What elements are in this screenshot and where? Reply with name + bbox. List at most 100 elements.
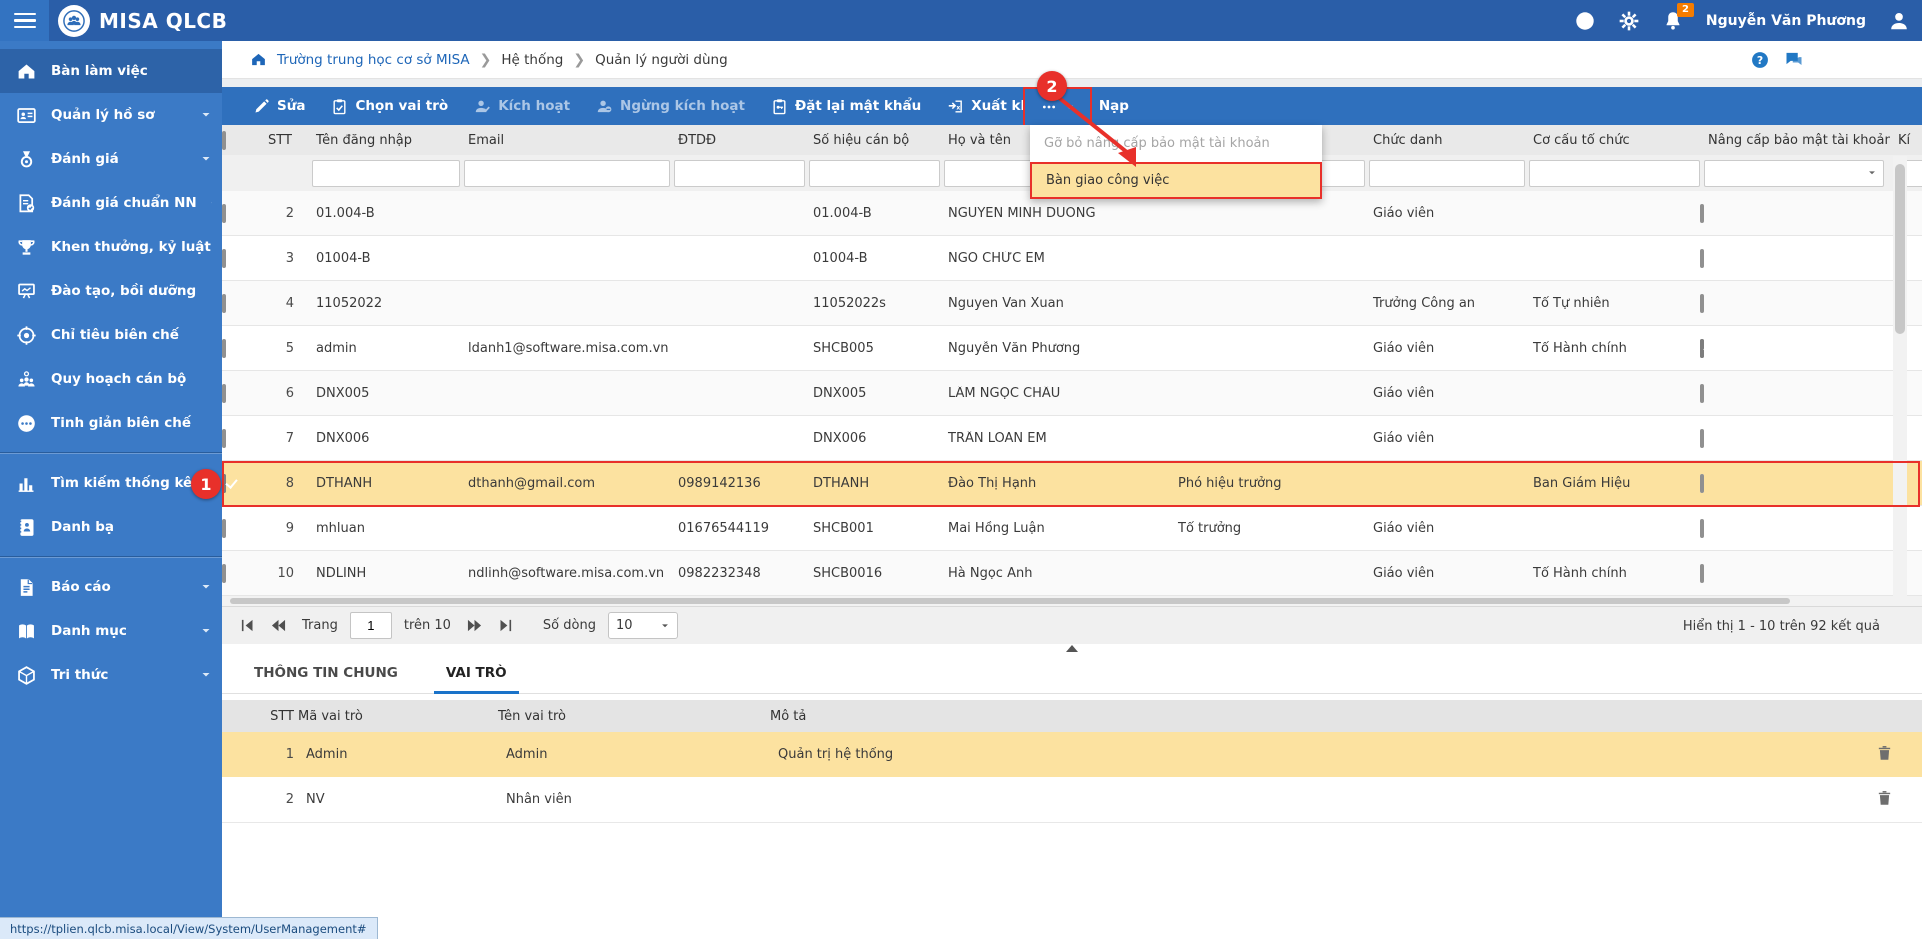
sidebar-item-cube[interactable]: Tri thức xyxy=(0,653,222,697)
cell-org: Ban Giám Hiệu xyxy=(1533,475,1631,491)
select-all-checkbox[interactable] xyxy=(222,130,226,150)
column-header[interactable]: Cơ cấu tổ chức xyxy=(1525,133,1700,148)
table-row[interactable]: 5 admin ldanh1@software.misa.com.vn SHCB005… xyxy=(222,326,1922,371)
chevron-down-icon xyxy=(210,197,212,209)
sidebar-item-idcard[interactable]: Quản lý hồ sơ xyxy=(0,93,222,137)
next-page-icon[interactable] xyxy=(467,618,482,633)
home-icon[interactable] xyxy=(250,51,267,68)
table-row[interactable]: 6 DNX005 DNX005 LÂM NGỌC CHÂU Giáo viên xyxy=(222,371,1922,416)
security-upgrade-checkbox[interactable] xyxy=(1700,473,1704,493)
table-row[interactable]: 8 DTHANH dthanh@gmail.com 0989142136 DTHANH Đ… xyxy=(222,461,1922,506)
sidebar-item-trophy[interactable]: Khen thưởng, kỷ luật xyxy=(0,225,222,269)
security-upgrade-checkbox[interactable] xyxy=(1700,428,1704,448)
security-upgrade-checkbox[interactable] xyxy=(1700,338,1704,358)
security-upgrade-checkbox[interactable] xyxy=(1700,518,1704,538)
column-header[interactable]: Số hiệu cán bộ xyxy=(805,133,940,148)
sidebar-item-medal[interactable]: Đánh giá xyxy=(0,137,222,181)
security-upgrade-checkbox[interactable] xyxy=(1700,293,1704,313)
column-header[interactable]: Chức danh xyxy=(1365,133,1525,148)
row-checkbox[interactable] xyxy=(222,563,226,583)
breadcrumb-system[interactable]: Hệ thống xyxy=(501,52,563,68)
row-checkbox[interactable] xyxy=(222,473,226,493)
page-size-select[interactable]: 10 xyxy=(607,612,678,639)
role-row[interactable]: 1 Admin Admin Quản trị hệ thống xyxy=(222,732,1922,778)
table-row[interactable]: 3 01004-B 01004-B NGÔ CHỨC EM xyxy=(222,236,1922,281)
chat-icon[interactable] xyxy=(1784,50,1804,70)
sidebar-item-contacts[interactable]: Danh bạ xyxy=(0,505,222,549)
security-upgrade-checkbox[interactable] xyxy=(1700,248,1704,268)
filter-input[interactable] xyxy=(809,159,940,187)
sidebar-item-report[interactable]: Báo cáo xyxy=(0,565,222,609)
tab-roles[interactable]: VAI TRÒ xyxy=(426,652,527,694)
cell-username: DTHANH xyxy=(316,475,373,491)
gear-icon[interactable] xyxy=(1618,10,1640,32)
user-name[interactable]: Nguyễn Văn Phương xyxy=(1706,13,1866,29)
cell-username: 01.004-B xyxy=(316,205,375,221)
filter-input[interactable] xyxy=(464,159,670,187)
table-row[interactable]: 10 NDLINH ndlinh@software.misa.com.vn 09822… xyxy=(222,551,1922,596)
idcard-icon xyxy=(16,105,37,126)
sidebar-item-book[interactable]: Danh mục xyxy=(0,609,222,653)
sidebar-item-home[interactable]: Bàn làm việc xyxy=(0,49,222,93)
row-checkbox[interactable] xyxy=(222,293,226,313)
cell-code: 11052022s xyxy=(813,295,886,311)
sidebar-item-target[interactable]: Chỉ tiêu biên chế xyxy=(0,313,222,357)
table-row[interactable]: 9 mhluan 01676544119 SHCB001 Mai Hồng Luận Tổ… xyxy=(222,506,1922,551)
sidebar-item-board[interactable]: Đào tạo, bồi dưỡng xyxy=(0,269,222,313)
tab-general-info[interactable]: THÔNG TIN CHUNG xyxy=(234,652,418,694)
sidebar-item-chart[interactable]: Tìm kiếm thống kê xyxy=(0,461,222,505)
role-row[interactable]: 2 NV Nhân viên xyxy=(222,777,1922,823)
sidebar-item-people[interactable]: Quy hoạch cán bộ xyxy=(0,357,222,401)
last-page-icon[interactable] xyxy=(498,618,513,633)
cell-username: 11052022 xyxy=(316,295,383,311)
trash-icon[interactable] xyxy=(1876,789,1893,807)
table-row[interactable]: 7 DNX006 DNX006 TRẦN LOAN EM Giáo viên xyxy=(222,416,1922,461)
filter-select[interactable] xyxy=(1704,159,1884,187)
toolbar-button-pencil[interactable]: Sửa xyxy=(240,87,318,125)
row-checkbox[interactable] xyxy=(222,518,226,538)
breadcrumb-org[interactable]: Trường trung học cơ sở MISA xyxy=(277,52,470,68)
cell-code: SHCB0016 xyxy=(813,565,883,581)
row-checkbox[interactable] xyxy=(222,203,226,223)
column-header[interactable]: STT xyxy=(260,133,308,148)
sidebar-item-doccheck[interactable]: Đánh giá chuẩn NN xyxy=(0,181,222,225)
bell-icon[interactable]: 2 xyxy=(1662,2,1694,32)
menu-item[interactable]: Bàn giao công việc xyxy=(1030,162,1322,199)
trash-icon[interactable] xyxy=(1876,744,1893,762)
row-checkbox[interactable] xyxy=(222,383,226,403)
table-row[interactable]: 4 11052022 11052022s Nguyen Van Xuan Trưởng … xyxy=(222,281,1922,326)
prev-page-icon[interactable] xyxy=(271,618,286,633)
collapse-panel-icon[interactable] xyxy=(1066,645,1078,652)
row-checkbox[interactable] xyxy=(222,338,226,358)
column-header[interactable]: Email xyxy=(460,133,670,148)
column-header[interactable]: Nâng cấp bảo mật tài khoản xyxy=(1700,133,1890,148)
vertical-scrollbar[interactable] xyxy=(1893,156,1907,596)
first-page-icon[interactable] xyxy=(240,618,255,633)
filter-input[interactable] xyxy=(312,159,460,187)
column-header[interactable]: Tên đăng nhập xyxy=(308,133,460,148)
filter-input[interactable] xyxy=(1369,159,1525,187)
security-upgrade-checkbox[interactable] xyxy=(1700,203,1704,223)
row-checkbox[interactable] xyxy=(222,248,226,268)
cell-stt: 7 xyxy=(285,430,294,446)
cell-stt: 4 xyxy=(285,295,294,311)
hamburger-menu-icon[interactable] xyxy=(0,0,49,41)
toolbar-button-clipkey[interactable]: Đặt lại mật khẩu xyxy=(758,87,934,125)
role-name: Nhân viên xyxy=(506,792,572,807)
column-header[interactable]: Kí xyxy=(1890,133,1922,148)
toolbar-button-clipcheck[interactable]: Chọn vai trò xyxy=(318,87,461,125)
row-checkbox[interactable] xyxy=(222,428,226,448)
help-filled-icon[interactable]: ? xyxy=(1750,50,1770,70)
page-input[interactable] xyxy=(349,612,392,639)
user-avatar-icon[interactable] xyxy=(1888,10,1910,32)
security-upgrade-checkbox[interactable] xyxy=(1700,383,1704,403)
filter-input[interactable] xyxy=(674,159,805,187)
board-icon xyxy=(16,281,37,302)
help-icon[interactable]: ? xyxy=(1574,10,1596,32)
column-header[interactable]: ĐTDĐ xyxy=(670,133,805,148)
chevron-down-icon xyxy=(200,669,212,681)
security-upgrade-checkbox[interactable] xyxy=(1700,563,1704,583)
filter-input[interactable] xyxy=(1529,159,1700,187)
horizontal-scrollbar[interactable] xyxy=(222,596,1922,606)
sidebar-item-dotscircle[interactable]: Tinh giản biên chế xyxy=(0,401,222,445)
